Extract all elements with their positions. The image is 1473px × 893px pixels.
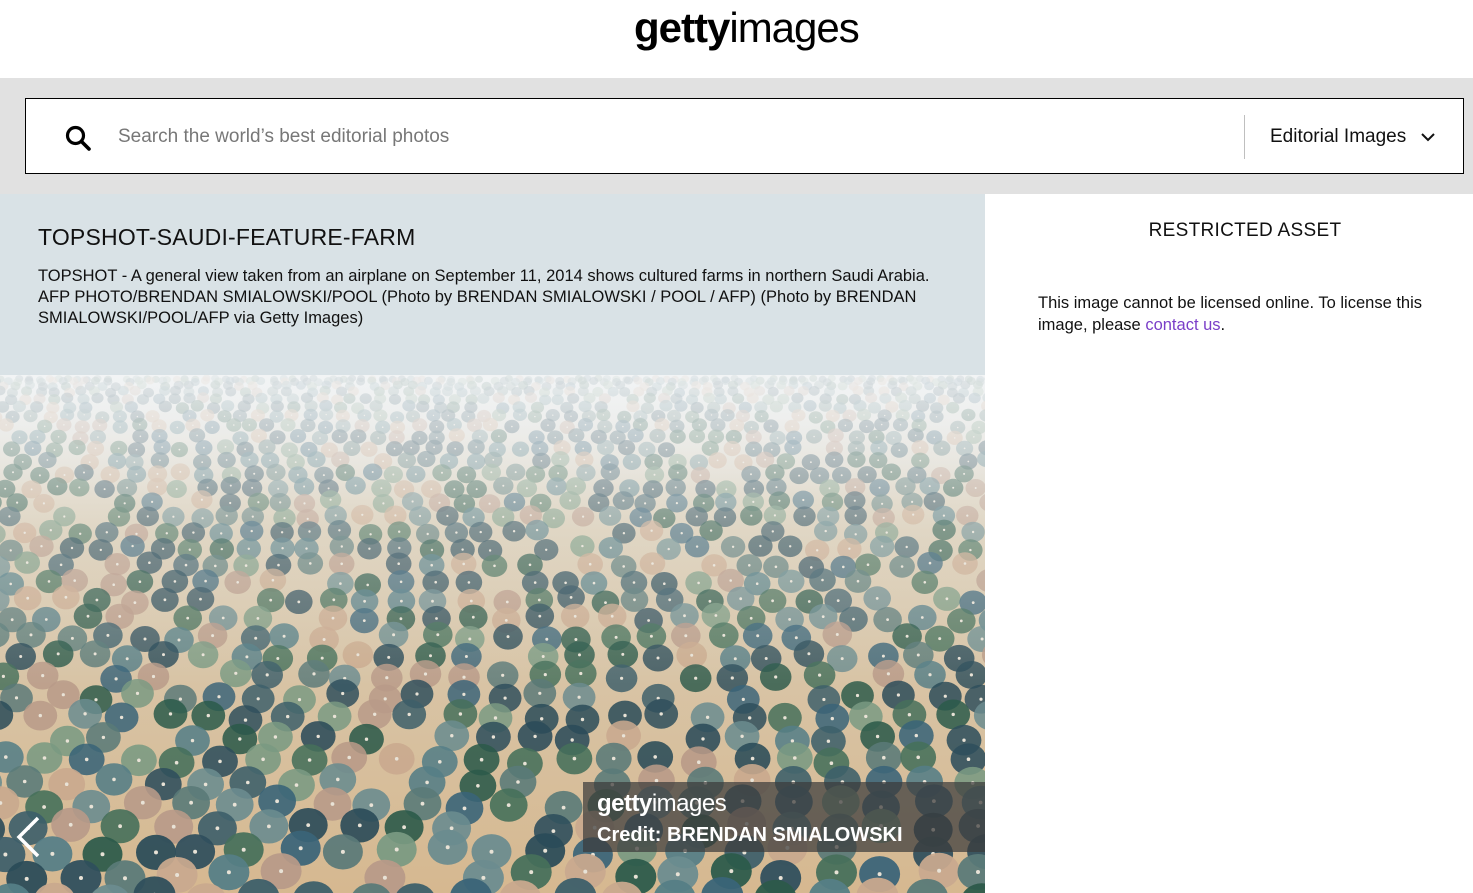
image-description: TOPSHOT - A general view taken from an a…: [38, 267, 930, 327]
watermark-logo: gettyimages: [597, 790, 727, 817]
image-caption: TOPSHOT-SAUDI-FEATURE-FARM TOPSHOT - A g…: [0, 194, 985, 375]
license-panel: RESTRICTED ASSET This image cannot be li…: [985, 194, 1473, 893]
logo-text-light: images: [729, 4, 859, 51]
getty-images-logo[interactable]: gettyimages: [634, 4, 860, 52]
photo-credit: Credit: BRENDAN SMIALOWSKI: [597, 824, 903, 846]
search-input[interactable]: [118, 117, 1228, 157]
search-icon[interactable]: [64, 124, 92, 152]
logo-text-bold: getty: [634, 4, 730, 51]
chevron-down-icon: [1421, 133, 1435, 142]
image-type-selected: Editorial Images: [1270, 126, 1407, 147]
search-bar: Editorial Images: [25, 98, 1464, 174]
image-type-dropdown[interactable]: Editorial Images: [1270, 117, 1460, 157]
main-photo[interactable]: gettyimages Credit: BRENDAN SMIALOWSKI: [0, 375, 985, 893]
restricted-asset-heading: RESTRICTED ASSET: [1148, 220, 1342, 241]
search-divider: [1244, 115, 1245, 159]
contact-us-link[interactable]: contact us: [1145, 316, 1220, 334]
restricted-message: This image cannot be licensed online. To…: [1038, 294, 1423, 334]
photo-credit-overlay: gettyimages Credit: BRENDAN SMIALOWSKI: [583, 782, 985, 852]
site-header: gettyimages: [0, 0, 1473, 78]
chevron-left-icon[interactable]: [14, 815, 42, 859]
image-title: TOPSHOT-SAUDI-FEATURE-FARM: [38, 224, 416, 250]
search-band: Editorial Images: [0, 78, 1473, 194]
